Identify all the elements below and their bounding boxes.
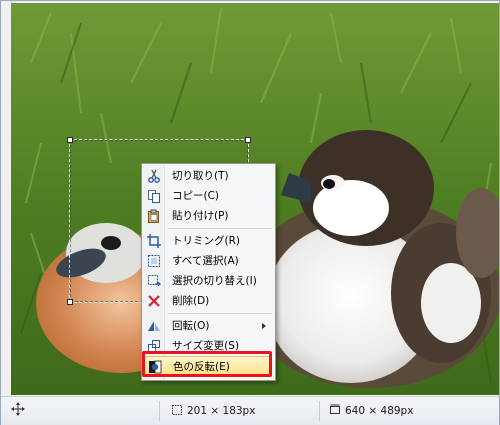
menu-item-delete[interactable]: 削除(D) [144,291,272,311]
invert-selection-icon [146,273,162,289]
selection-size-value: 201 × 183px [187,405,256,417]
image-size-icon [330,404,340,414]
menu-item-label: すべて選択(A) [172,255,239,267]
selection-size-icon [172,405,182,415]
selection-handle-top-left[interactable] [67,137,73,143]
menu-item-select-all[interactable]: すべて選択(A) [144,251,272,271]
menu-item-cut[interactable]: 切り取り(T) [144,166,272,186]
menu-item-label: トリミング(R) [172,235,240,247]
menu-item-invert-selection[interactable]: 選択の切り替え(I) [144,271,272,291]
copy-icon [146,188,162,204]
status-bar: 201 × 183px 640 × 489px [1,396,499,425]
select-all-icon [146,253,162,269]
menu-item-label: コピー(C) [172,190,220,202]
menu-item-copy[interactable]: コピー(C) [144,186,272,206]
menu-item-crop[interactable]: トリミング(R) [144,231,272,251]
scissors-icon [146,168,162,184]
selection-handle-top-right[interactable] [245,137,251,143]
selection-handle-bottom-left[interactable] [67,299,73,305]
submenu-arrow-icon [262,323,266,329]
highlight-annotation-frame [142,351,272,377]
menu-separator [168,313,272,314]
status-divider [319,401,320,421]
image-size-readout: 640 × 489px [329,402,413,420]
image-size-value: 640 × 489px [345,405,414,417]
menu-item-label: 貼り付け(P) [172,210,229,222]
menu-item-label: 回転(O) [172,320,210,332]
selection-size-readout: 201 × 183px [171,402,255,420]
status-divider [159,401,160,421]
delete-icon [146,293,162,309]
rotate-icon [146,318,162,334]
context-menu: 切り取り(T) コピー(C) 貼り付け(P) トリミング(R) すべて選択(A)… [141,163,276,381]
crop-icon [146,233,162,249]
paste-icon [146,208,162,224]
menu-item-label: 削除(D) [172,295,210,307]
menu-item-label: 選択の切り替え(I) [172,275,257,287]
menu-separator [168,228,272,229]
menu-item-paste[interactable]: 貼り付け(P) [144,206,272,226]
menu-item-rotate[interactable]: 回転(O) [144,316,272,336]
paint-window: 切り取り(T) コピー(C) 貼り付け(P) トリミング(R) すべて選択(A)… [0,0,500,425]
cursor-position-icon [11,402,25,420]
menu-item-label: 切り取り(T) [172,170,229,182]
